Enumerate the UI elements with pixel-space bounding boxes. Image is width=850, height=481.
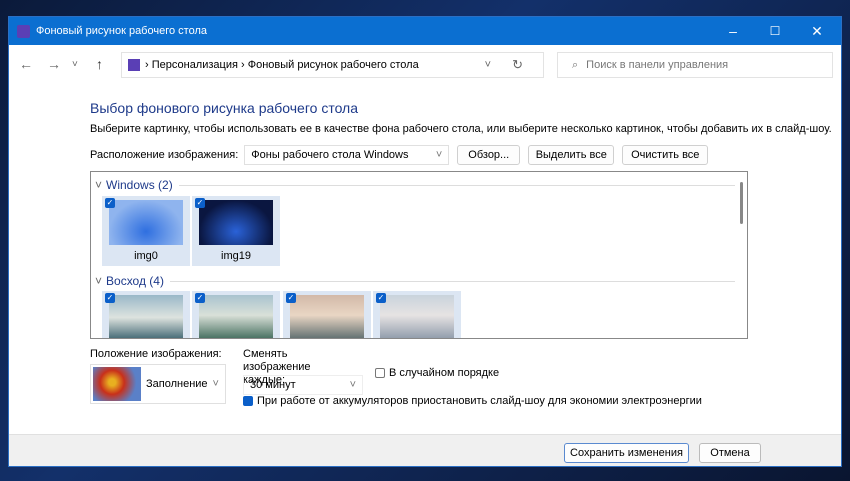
wallpaper-tile[interactable]: ✓ img19 <box>192 196 280 266</box>
personalization-icon <box>17 24 30 38</box>
navigation-bar: ← → ˅ ↑ › Персонализация › Фоновый рисун… <box>9 52 841 78</box>
minimize-button[interactable]: – <box>713 17 753 45</box>
checkbox-icon[interactable]: ✓ <box>195 293 205 303</box>
address-bar[interactable]: › Персонализация › Фоновый рисунок рабоч… <box>121 52 544 78</box>
window: Фоновый рисунок рабочего стола – ☐ ✕ ← →… <box>8 16 842 467</box>
clear-all-button[interactable]: Очистить все <box>622 145 709 165</box>
refresh-button[interactable]: ↻ <box>512 57 523 73</box>
footer: Сохранить изменения Отмена <box>9 434 841 466</box>
position-value: Заполнение <box>146 378 208 390</box>
location-label: Расположение изображения: <box>90 149 239 161</box>
interval-select[interactable]: 30 минут ˅ <box>243 375 363 395</box>
group-header-sunrise[interactable]: ˅ Восход (4) <box>95 274 735 288</box>
image-gallery: ˅ Windows (2) ✓ img0 ✓ img19 ˅ Восход (4) ✓ … <box>90 171 748 339</box>
save-button[interactable]: Сохранить изменения <box>564 443 689 463</box>
chevron-down-icon: ˅ <box>435 149 443 161</box>
control-panel-icon <box>128 59 140 71</box>
wallpaper-thumbnail <box>290 295 364 338</box>
page-description: Выберите картинку, чтобы использовать ее… <box>90 123 832 135</box>
position-select[interactable]: Заполнение ˅ <box>90 364 226 404</box>
wallpaper-thumbnail <box>380 295 454 338</box>
wallpaper-tile[interactable]: ✓ <box>192 291 280 338</box>
breadcrumb-separator: › <box>241 59 245 71</box>
close-button[interactable]: ✕ <box>797 17 837 45</box>
wallpaper-thumbnail <box>199 200 273 245</box>
checkbox-icon[interactable]: ✓ <box>105 293 115 303</box>
wallpaper-tile[interactable]: ✓ <box>102 291 190 338</box>
forward-button[interactable]: → <box>47 56 61 72</box>
select-all-button[interactable]: Выделить все <box>528 145 615 165</box>
breadcrumb-separator: › <box>145 59 149 71</box>
search-input[interactable]: ⌕ Поиск в панели управления <box>557 52 833 78</box>
window-title: Фоновый рисунок рабочего стола <box>36 25 207 37</box>
gallery-scrollbar[interactable] <box>740 182 743 224</box>
back-button[interactable]: ← <box>19 56 33 72</box>
checkbox-icon[interactable]: ✓ <box>105 198 115 208</box>
title-bar: Фоновый рисунок рабочего стола – ☐ ✕ <box>9 17 841 45</box>
wallpaper-thumbnail <box>109 200 183 245</box>
cancel-button[interactable]: Отмена <box>699 443 761 463</box>
wallpaper-tile[interactable]: ✓ <box>283 291 371 338</box>
breadcrumb-current[interactable]: Фоновый рисунок рабочего стола <box>248 59 419 71</box>
position-preview-image <box>93 367 141 401</box>
interval-value: 30 минут <box>250 379 296 391</box>
wallpaper-thumbnail <box>109 295 183 338</box>
position-label: Положение изображения: <box>90 348 222 360</box>
chevron-down-icon: ˅ <box>349 379 356 391</box>
recent-locations-button[interactable]: ˅ <box>72 59 78 70</box>
tile-caption: img19 <box>221 250 251 262</box>
search-placeholder: Поиск в панели управления <box>586 59 729 71</box>
checkbox-checked-icon[interactable] <box>243 396 253 407</box>
checkbox-icon[interactable]: ✓ <box>286 293 296 303</box>
search-icon: ⌕ <box>572 58 579 71</box>
maximize-button[interactable]: ☐ <box>755 17 795 45</box>
shuffle-checkbox[interactable]: В случайном порядке <box>375 367 499 379</box>
wallpaper-tile[interactable]: ✓ img0 <box>102 196 190 266</box>
browse-button[interactable]: Обзор... <box>457 145 521 165</box>
breadcrumb-personalization[interactable]: Персонализация <box>152 59 238 71</box>
battery-pause-checkbox[interactable]: При работе от аккумуляторов приостановит… <box>243 395 702 407</box>
group-header-windows[interactable]: ˅ Windows (2) <box>95 178 735 192</box>
address-dropdown-button[interactable]: ˅ <box>485 59 491 71</box>
location-select[interactable]: Фоны рабочего стола Windows ˅ <box>244 145 450 165</box>
location-value: Фоны рабочего стола Windows <box>251 149 409 161</box>
wallpaper-tile[interactable]: ✓ <box>373 291 461 338</box>
page-title: Выбор фонового рисунка рабочего стола <box>90 100 359 116</box>
checkbox-icon[interactable]: ✓ <box>195 198 205 208</box>
up-button[interactable]: ↑ <box>96 56 103 72</box>
checkbox-icon[interactable]: ✓ <box>376 293 386 303</box>
tile-caption: img0 <box>134 250 158 262</box>
wallpaper-thumbnail <box>199 295 273 338</box>
checkbox-icon[interactable] <box>375 368 385 379</box>
chevron-down-icon: ˅ <box>212 378 219 390</box>
